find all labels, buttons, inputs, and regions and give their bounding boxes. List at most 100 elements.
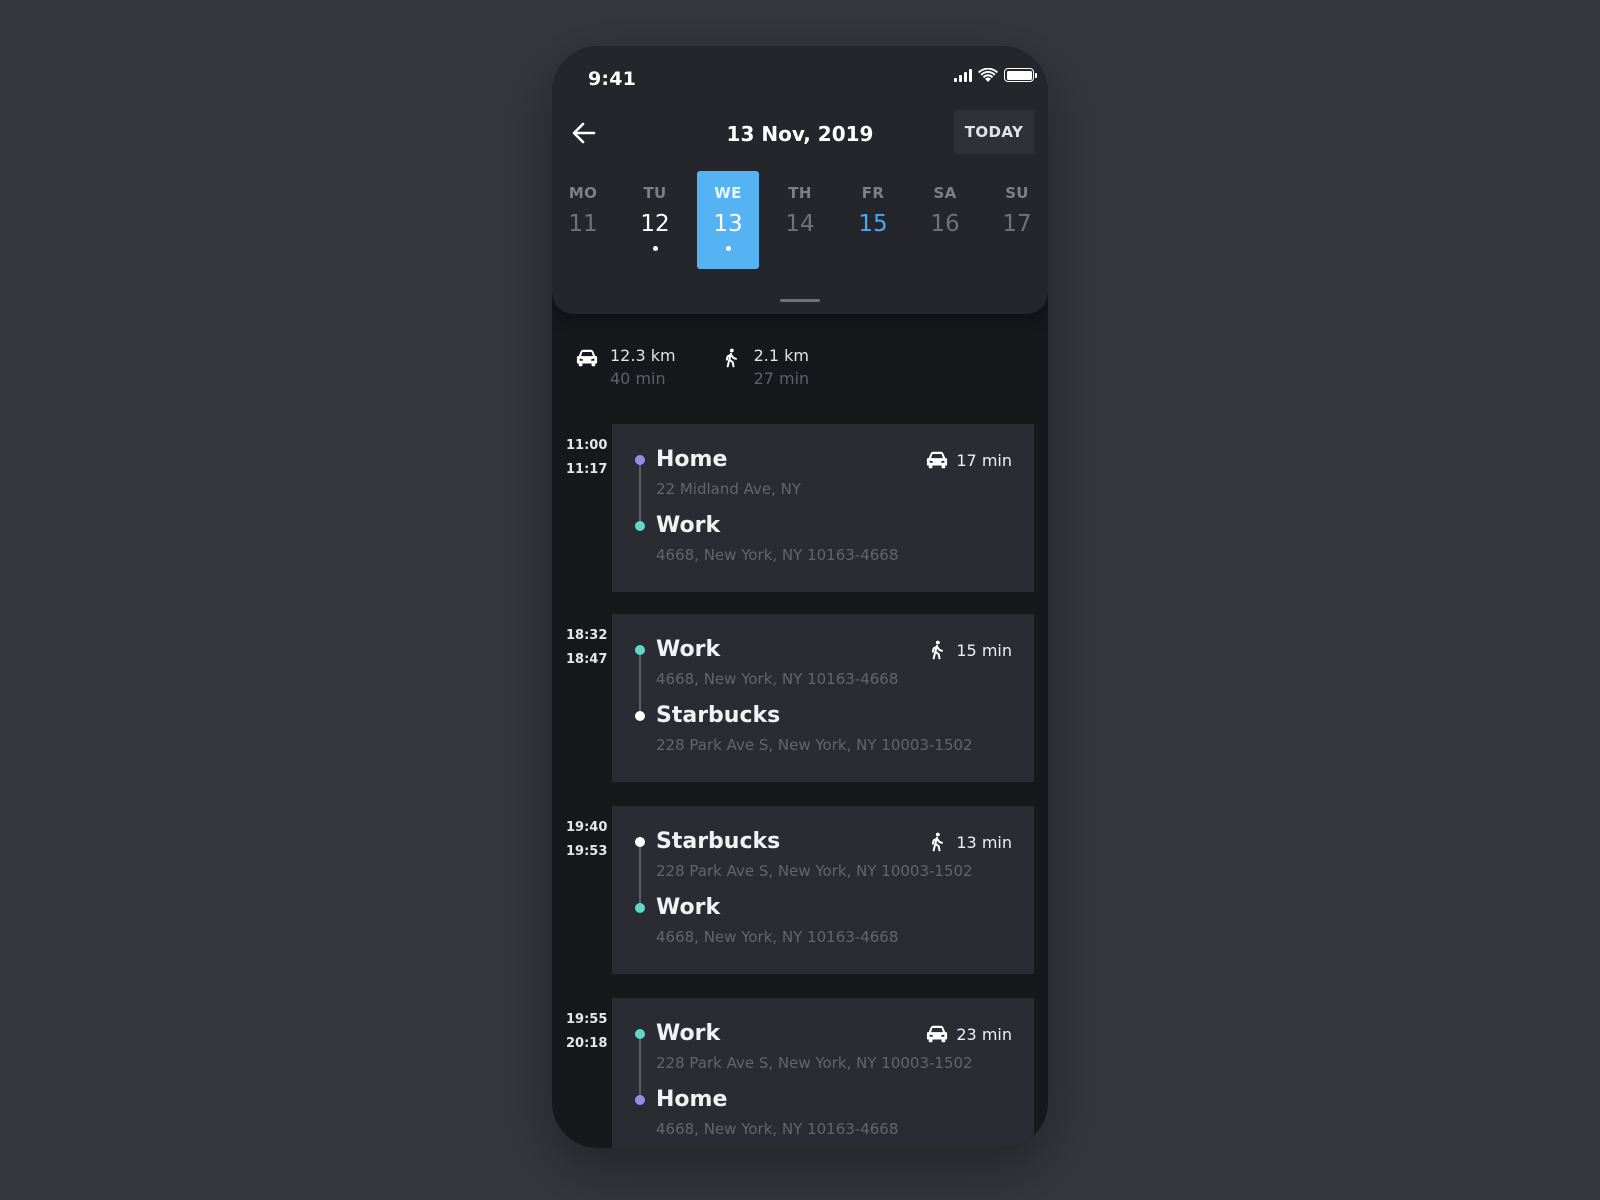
day-wednesday[interactable]: WE 13 <box>697 171 759 269</box>
day-number: 11 <box>568 211 598 237</box>
destination-address: 228 Park Ave S, New York, NY 10003-1502 <box>656 736 973 754</box>
walk-time: 27 min <box>753 369 810 388</box>
walk-icon <box>932 640 944 660</box>
day-number: 12 <box>640 211 670 237</box>
back-button[interactable] <box>568 118 600 148</box>
destination-address: 4668, New York, NY 10163-4668 <box>656 928 899 946</box>
day-number: 13 <box>713 211 743 237</box>
summary-walk: 2.1 km 27 min <box>720 346 810 388</box>
day-name: SU <box>1005 184 1029 202</box>
destination-name: Work <box>656 513 721 538</box>
daily-summary: 12.3 km 40 min 2.1 km 27 min <box>576 346 809 388</box>
battery-icon <box>1004 68 1037 82</box>
trip-end-time: 20:18 <box>566 1036 608 1051</box>
event-indicator-dot <box>725 246 731 251</box>
day-sunday[interactable]: SU 17 <box>986 171 1048 269</box>
day-number: 17 <box>1002 211 1032 237</box>
work-dot-icon <box>635 1029 645 1039</box>
trip-item: 18:32 18:47 Work 4668, New York, NY 1016… <box>552 614 1048 782</box>
origin-name: Starbucks <box>656 829 781 854</box>
day-name: WE <box>714 184 742 202</box>
day-name: SA <box>933 184 957 202</box>
duration-text: 15 min <box>956 640 1012 660</box>
walk-icon <box>932 832 944 852</box>
event-indicator-dot <box>652 246 658 251</box>
day-name: TU <box>643 184 667 202</box>
destination-name: Home <box>656 1087 728 1112</box>
day-tuesday[interactable]: TU 12 <box>624 171 686 269</box>
day-name: TH <box>788 184 812 202</box>
trip-duration: 17 min <box>926 450 1012 470</box>
duration-text: 17 min <box>956 450 1012 470</box>
origin-name: Home <box>656 447 728 472</box>
origin-address: 22 Midland Ave, NY <box>656 480 802 498</box>
cellular-signal-icon <box>954 68 972 82</box>
trip-end-time: 11:17 <box>566 462 608 477</box>
trip-destination: Work 4668, New York, NY 10163-4668 <box>635 894 899 946</box>
trip-duration: 23 min <box>926 1024 1012 1044</box>
trip-start-time: 18:32 <box>566 628 608 643</box>
day-name: FR <box>861 184 885 202</box>
work-dot-icon <box>635 521 645 531</box>
trip-start-time: 19:55 <box>566 1012 608 1027</box>
destination-address: 4668, New York, NY 10163-4668 <box>656 546 899 564</box>
trip-times: 11:00 11:17 <box>566 434 608 482</box>
nav-bar: 13 Nov, 2019 TODAY <box>552 110 1048 156</box>
summary-car: 12.3 km 40 min <box>576 346 676 388</box>
trip-item: 19:55 20:18 Work 228 Park Ave S, New Yor… <box>552 998 1048 1148</box>
trip-origin: Work 4668, New York, NY 10163-4668 <box>635 636 899 688</box>
trip-end-time: 19:53 <box>566 844 608 859</box>
car-icon <box>576 349 598 367</box>
trip-origin: Work 228 Park Ave S, New York, NY 10003-… <box>635 1020 973 1072</box>
trip-start-time: 11:00 <box>566 438 608 453</box>
trip-card[interactable]: Home 22 Midland Ave, NY Work 4668, New Y… <box>612 424 1034 592</box>
home-dot-icon <box>635 455 645 465</box>
trip-origin: Home 22 Midland Ave, NY <box>635 446 802 498</box>
origin-address: 228 Park Ave S, New York, NY 10003-1502 <box>656 862 973 880</box>
walk-icon <box>725 348 737 368</box>
home-dot-icon <box>635 1095 645 1105</box>
trip-destination: Work 4668, New York, NY 10163-4668 <box>635 512 899 564</box>
origin-address: 4668, New York, NY 10163-4668 <box>656 670 899 688</box>
arrow-left-icon <box>572 122 596 144</box>
day-name: MO <box>568 184 598 202</box>
trip-end-time: 18:47 <box>566 652 608 667</box>
car-icon <box>927 451 948 469</box>
day-number: 14 <box>785 211 815 237</box>
trip-item: 19:40 19:53 Starbucks 228 Park Ave S, Ne… <box>552 806 1048 974</box>
car-icon <box>927 1025 948 1043</box>
today-button[interactable]: TODAY <box>954 110 1034 154</box>
calendar-header-panel: 9:41 13 Nov, 2019 TODAY MO 11 TU 12 WE 1… <box>552 46 1048 314</box>
day-friday[interactable]: FR 15 <box>842 171 904 269</box>
destination-name: Work <box>656 895 721 920</box>
origin-address: 228 Park Ave S, New York, NY 10003-1502 <box>656 1054 973 1072</box>
status-bar: 9:41 <box>552 46 1048 106</box>
trip-origin: Starbucks 228 Park Ave S, New York, NY 1… <box>635 828 973 880</box>
wifi-icon <box>978 68 998 82</box>
trip-duration: 13 min <box>926 832 1012 852</box>
starbucks-dot-icon <box>635 837 645 847</box>
trip-duration: 15 min <box>926 640 1012 660</box>
origin-name: Work <box>656 1021 721 1046</box>
week-strip: MO 11 TU 12 WE 13 TH 14 FR 15 SA 16 SU 1… <box>552 171 1048 269</box>
trip-card[interactable]: Work 4668, New York, NY 10163-4668 Starb… <box>612 614 1034 782</box>
work-dot-icon <box>635 903 645 913</box>
destination-address: 4668, New York, NY 10163-4668 <box>656 1120 899 1138</box>
trip-card[interactable]: Work 228 Park Ave S, New York, NY 10003-… <box>612 998 1034 1148</box>
trip-times: 18:32 18:47 <box>566 624 608 672</box>
walk-distance: 2.1 km <box>753 346 809 365</box>
day-thursday[interactable]: TH 14 <box>769 171 831 269</box>
day-monday[interactable]: MO 11 <box>552 171 614 269</box>
day-number: 16 <box>930 211 960 237</box>
status-icons <box>954 68 1037 82</box>
work-dot-icon <box>635 645 645 655</box>
car-distance: 12.3 km <box>610 346 676 365</box>
drag-handle[interactable] <box>780 299 820 302</box>
trip-destination: Starbucks 228 Park Ave S, New York, NY 1… <box>635 702 973 754</box>
trip-card[interactable]: Starbucks 228 Park Ave S, New York, NY 1… <box>612 806 1034 974</box>
day-number: 15 <box>858 211 888 237</box>
status-time: 9:41 <box>588 68 637 90</box>
trip-times: 19:40 19:53 <box>566 816 608 864</box>
phone-screen: 11:00 11:17 Home 22 Midland Ave, NY Work… <box>552 46 1048 1148</box>
day-saturday[interactable]: SA 16 <box>914 171 976 269</box>
